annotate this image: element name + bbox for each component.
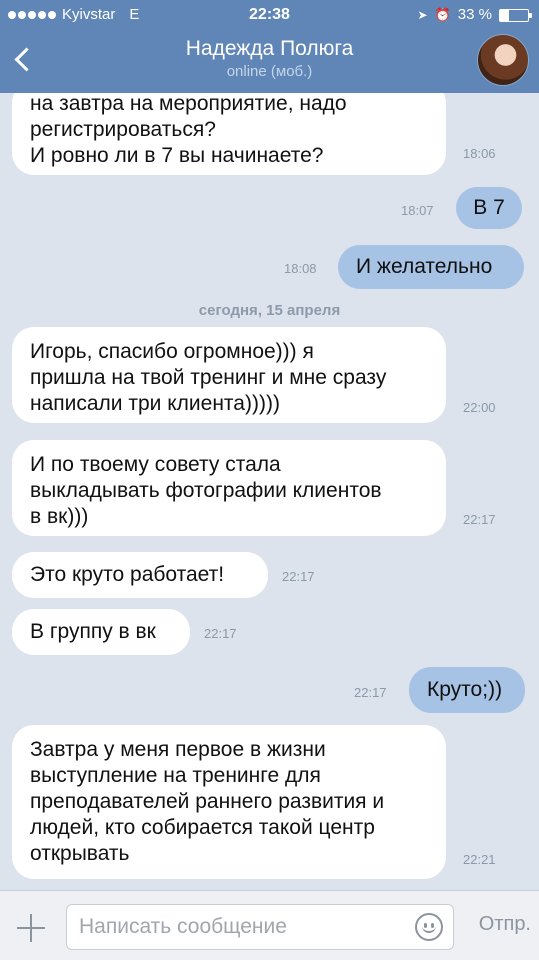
message-bubble-incoming[interactable]: В группу в вк xyxy=(12,609,190,655)
avatar[interactable] xyxy=(477,34,529,86)
message-bubble-outgoing[interactable]: В 7 xyxy=(456,187,522,229)
send-button[interactable]: Отпр. xyxy=(479,913,531,936)
message-line: Это круто работает! xyxy=(30,563,225,586)
message-time: 22:00 xyxy=(463,400,496,415)
message-line: В группу в вк xyxy=(30,620,156,643)
message-input[interactable] xyxy=(66,904,454,950)
message-line: И желательно xyxy=(356,255,493,278)
message-line: выступление на тренинге для xyxy=(30,764,321,787)
message-time: 18:08 xyxy=(284,261,317,276)
battery-fill xyxy=(500,9,510,21)
message-time: 22:17 xyxy=(463,512,496,527)
message-time: 22:17 xyxy=(354,685,387,700)
message-line: И ровно ли в 7 вы начинаете? xyxy=(30,144,324,167)
message-time: 22:17 xyxy=(204,626,237,641)
message-line: Игорь, спасибо огромное))) я xyxy=(30,340,314,363)
message-time: 22:21 xyxy=(463,852,496,867)
presence-status: online (моб.) xyxy=(226,63,313,80)
message-line: В 7 xyxy=(473,196,505,219)
message-bubble-incoming[interactable]: Это круто работает! xyxy=(12,552,268,598)
status-bar: Kyivstar E 22:38 ➤ ⏰ 33 % xyxy=(0,0,539,30)
message-line: написали три клиента))))) xyxy=(30,392,280,415)
message-line: людей, кто собирается такой центр xyxy=(30,816,375,839)
message-bubble-outgoing[interactable]: Круто;)) xyxy=(409,667,525,713)
chat-header: Kyivstar E 22:38 ➤ ⏰ 33 % Надежда Полюга… xyxy=(0,0,539,93)
message-line: Круто;)) xyxy=(427,678,503,701)
compose-bar: Отпр. xyxy=(0,890,539,960)
message-time: 18:07 xyxy=(401,203,434,218)
battery-icon xyxy=(499,8,532,22)
message-bubble-incoming[interactable]: И по твоему совету стала выкладывать фот… xyxy=(12,440,446,536)
message-line: преподавателей раннего развития и xyxy=(30,790,385,813)
message-line: И по твоему совету стала xyxy=(30,453,281,476)
battery-percent: 33 % xyxy=(457,6,492,23)
smiley-icon[interactable] xyxy=(415,913,443,941)
date-separator: сегодня, 15 апреля xyxy=(198,302,341,319)
contact-name[interactable]: Надежда Полюга xyxy=(0,36,539,62)
message-bubble-incoming[interactable]: Игорь, спасибо огромное))) я пришла на т… xyxy=(12,327,446,423)
message-bubble-incoming[interactable]: Завтра у меня первое в жизни выступление… xyxy=(12,725,446,879)
message-line: на завтра на мероприятие, надо xyxy=(30,93,347,115)
message-line: регистрироваться? xyxy=(30,118,216,141)
message-line: пришла на твой тренинг и мне сразу xyxy=(30,366,387,389)
plus-icon[interactable] xyxy=(14,911,48,945)
message-list[interactable]: на завтра на мероприятие, надо регистрир… xyxy=(0,93,539,890)
message-line: выкладывать фотографии клиентов xyxy=(30,479,382,502)
message-time: 18:06 xyxy=(463,146,496,161)
message-time: 22:17 xyxy=(282,569,315,584)
alarm-icon: ⏰ xyxy=(434,7,451,22)
message-line: открывать xyxy=(30,842,130,865)
conversation-title: Надежда Полюга online (моб.) xyxy=(0,36,539,82)
status-right: ➤ ⏰ 33 % xyxy=(417,0,532,30)
message-line: в вк))) xyxy=(30,505,89,528)
message-line: Завтра у меня первое в жизни xyxy=(30,738,326,761)
message-bubble-incoming[interactable]: на завтра на мероприятие, надо регистрир… xyxy=(12,93,446,175)
location-arrow-icon: ➤ xyxy=(417,8,428,22)
message-bubble-outgoing[interactable]: И желательно xyxy=(338,245,524,289)
